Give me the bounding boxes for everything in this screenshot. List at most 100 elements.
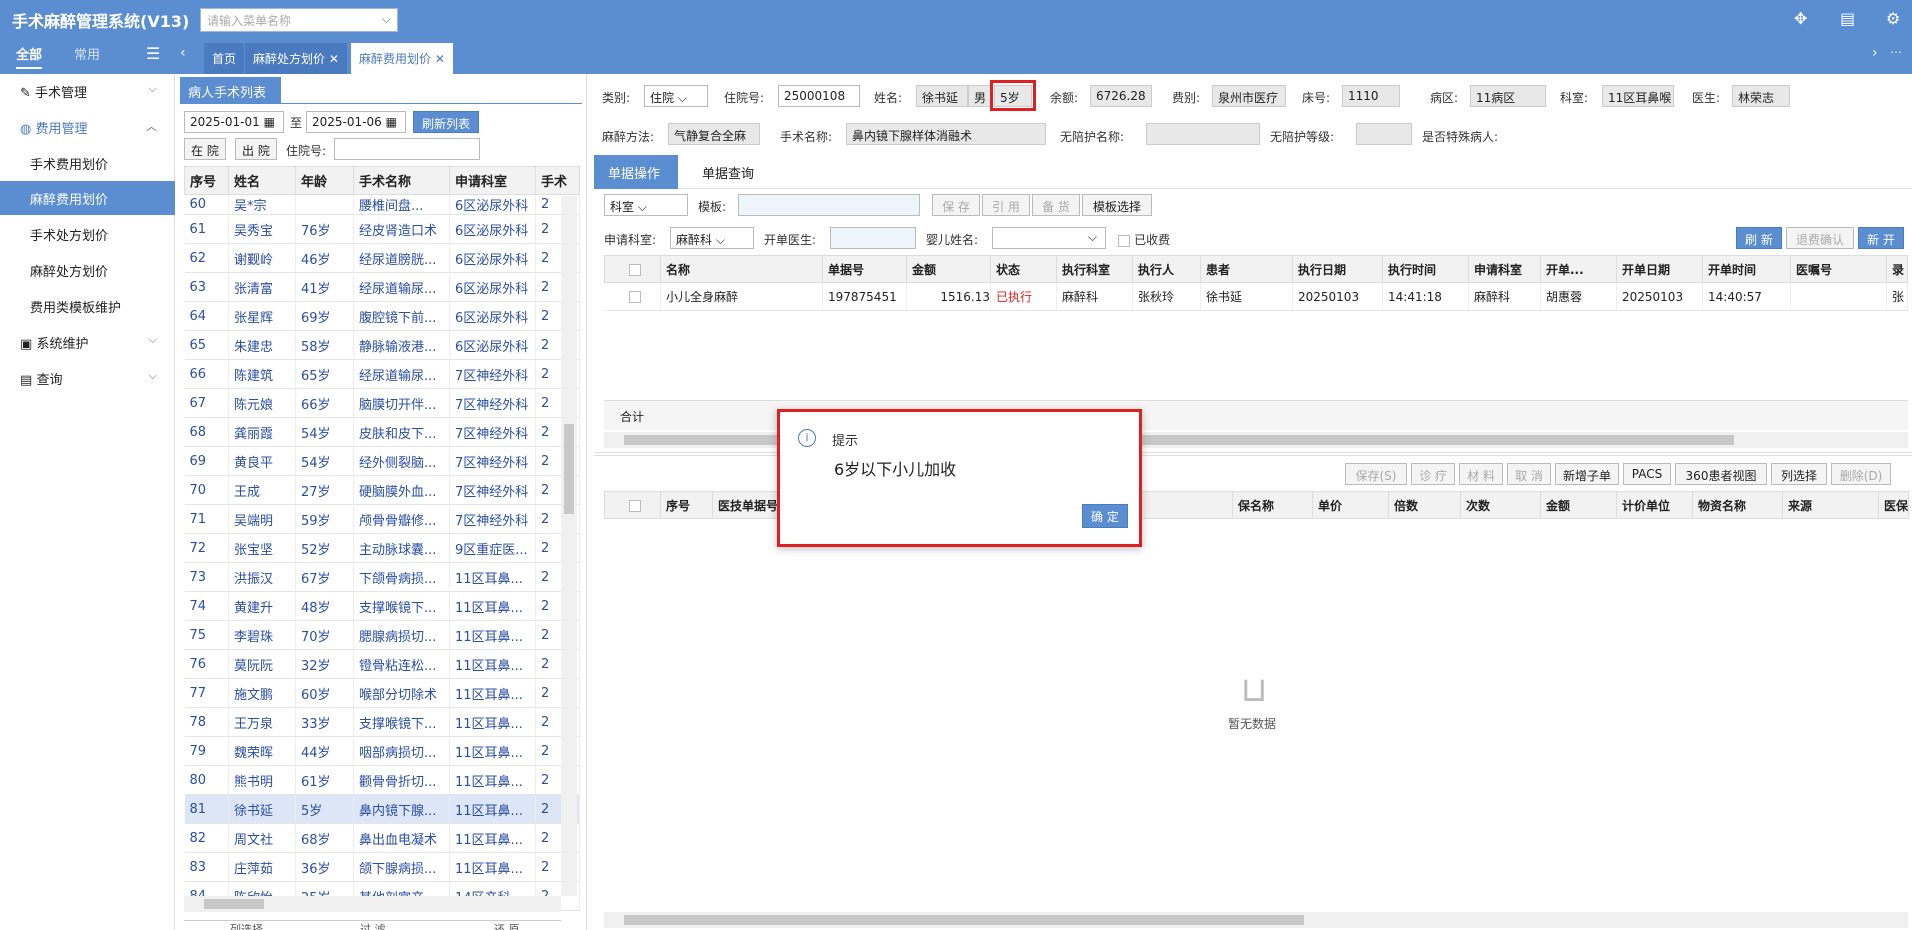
table-row[interactable]: 65 朱建忠 58岁 静脉输液港... 6区泌尿外科 2 [184,330,580,360]
pacs-button[interactable]: PACS [1623,463,1671,485]
table-row[interactable]: 62 谢觐岭 46岁 经尿道膀胱... 6区泌尿外科 2 [184,243,580,273]
bill-col-header[interactable]: 医嘱号 [1790,255,1887,283]
detail-col-header[interactable]: 来源 [1782,491,1879,519]
sidebar-item-surgery-fee[interactable]: 手术费用划价 [0,146,175,180]
detail-col-header[interactable]: 倍数 [1388,491,1461,519]
charged-checkbox[interactable]: 已收费 [1118,231,1170,248]
splitter[interactable] [586,74,587,930]
table-row[interactable]: 66 陈建筑 65岁 经尿道输尿... 7区神经外科 2 [184,359,580,389]
menu-toggle-icon[interactable]: ☰ [146,44,160,63]
diagnosis-button[interactable]: 诊 疗 [1411,463,1455,485]
apply-dept-select[interactable]: 麻醉科 ⌵ [670,227,754,249]
table-row[interactable]: 小儿全身麻醉 197875451 1516.13 已执行 麻醉科 张秋玲 徐书延 202501… [604,282,1908,311]
bill-col-header[interactable]: 执行人 [1132,255,1201,283]
sidebar-item-fee-management[interactable]: ◍ 费用管理 ︿ [0,110,175,144]
backup-button[interactable]: 备 货 [1032,194,1080,216]
new-sub-bill-button[interactable]: 新增子单 [1555,463,1619,485]
more-icon[interactable]: ⋯ [1890,45,1902,59]
category-select[interactable]: 住院 ⌵ [644,85,708,107]
patient-col-header[interactable]: 申请科室 [449,166,536,195]
patient-360-button[interactable]: 360患者视图 [1675,463,1767,485]
save-button[interactable]: 保 存 [932,194,980,216]
detail-col-header[interactable]: 序号 [660,491,713,519]
detail-col-header[interactable]: 医保类别 [1878,491,1909,519]
doctor-input[interactable] [830,227,916,249]
table-row[interactable]: 70 王成 27岁 硬脑膜外血... 7区神经外科 2 [184,475,580,505]
out-hospital-button[interactable]: 出 院 [235,138,277,160]
bill-col-header[interactable]: 申请科室 [1468,255,1541,283]
tab-bill-query[interactable]: 单据查询 [702,163,754,182]
table-row[interactable]: 79 魏荣晖 44岁 咽部病损切... 11区耳鼻... 2 [184,736,580,766]
table-row[interactable]: 82 周文社 68岁 鼻出血电凝术 11区耳鼻... 2 [184,823,580,853]
tab-home[interactable]: 首页 [204,43,245,74]
table-row[interactable]: 71 吴端明 59岁 颅骨骨瓣修... 7区神经外科 2 [184,504,580,534]
date-from-input[interactable]: 2025-01-01 ▦ [184,111,284,133]
bill-col-header[interactable]: 执行时间 [1382,255,1469,283]
bill-col-header[interactable]: 名称 [660,255,823,283]
table-row[interactable]: 63 张清富 41岁 经尿道输尿... 6区泌尿外科 2 [184,272,580,302]
table-row[interactable]: 61 吴秀宝 76岁 经皮肾造口术 6区泌尿外科 2 [184,214,580,244]
table-row[interactable]: 74 黄建升 48岁 支撑喉镜下... 11区耳鼻... 2 [184,591,580,621]
settings-icon[interactable]: ⚙ [1886,9,1900,28]
detail-col-header[interactable]: 次数 [1460,491,1541,519]
menu-search-input[interactable]: 请输入菜单名称 ⌵ [200,8,398,32]
table-row[interactable]: 83 庄萍茹 36岁 颌下腺病损... 11区耳鼻... 2 [184,852,580,882]
tab-anesthesia-fee[interactable]: 麻醉费用划价 ✕ [351,43,453,74]
row-checkbox[interactable] [604,282,661,311]
bill-col-header[interactable]: 执行科室 [1056,255,1133,283]
template-select-button[interactable]: 模板选择 [1082,194,1152,216]
patient-col-header[interactable]: 年龄 [295,166,354,195]
bill-col-header[interactable]: 金额 [906,255,991,283]
table-row[interactable]: 68 龚丽霞 54岁 皮肤和皮下... 7区神经外科 2 [184,417,580,447]
table-row[interactable]: 64 张星辉 69岁 腹腔镜下前... 6区泌尿外科 2 [184,301,580,331]
detail-col-header[interactable]: 保名称 [1232,491,1313,519]
footer-reset[interactable]: 还 原 [494,921,520,930]
detail-col-header[interactable]: 金额 [1540,491,1617,519]
baby-name-select[interactable]: ⌵ [992,227,1106,249]
close-icon[interactable]: ✕ [329,52,339,66]
detail-col-header[interactable]: 单价 [1312,491,1389,519]
bill-col-header[interactable]: 开单... [1540,255,1617,283]
table-row[interactable]: 81 徐书延 5岁 鼻内镜下腺... 11区耳鼻... 2 [184,794,580,824]
table-row[interactable]: 77 施文鹏 60岁 喉部分切除术 11区耳鼻... 2 [184,678,580,708]
sidebar-tab-all[interactable]: 全部 [16,44,43,69]
sidebar-item-surgery-management[interactable]: ✎ 手术管理 ⌵ [0,74,175,108]
sidebar-item-fee-template[interactable]: 费用类模板维护 [0,289,175,323]
sidebar-item-query[interactable]: ▤ 查询 ⌵ [0,361,175,395]
sidebar-item-surgery-prescription[interactable]: 手术处方划价 [0,217,175,251]
template-input[interactable] [738,194,920,216]
save-s-button[interactable]: 保存(S) [1345,463,1407,485]
bill-col-header[interactable]: 开单日期 [1616,255,1703,283]
inpatient-no-field[interactable]: 25000108 [778,85,860,107]
patient-table-hscroll[interactable] [184,896,561,912]
in-hospital-button[interactable]: 在 院 [184,138,226,160]
table-row[interactable]: 76 莫阮阮 32岁 镫骨粘连松... 11区耳鼻... 2 [184,649,580,679]
tab-prev-icon[interactable]: ‹ [180,45,186,61]
table-row[interactable]: 73 洪振汉 67岁 下颌骨病损... 11区耳鼻... 2 [184,562,580,592]
tools-icon[interactable]: ✥ [1794,9,1807,28]
bill-col-header[interactable]: 录 [1886,255,1908,283]
patient-col-header[interactable]: 姓名 [228,166,296,195]
sidebar-item-anesthesia-fee[interactable]: 麻醉费用划价 [0,181,175,215]
patient-col-header[interactable]: 手术名称 [353,166,450,195]
tab-next-icon[interactable]: › [1872,45,1878,61]
detail-select-all-checkbox[interactable] [604,491,661,519]
inpatient-no-input[interactable] [334,138,480,160]
table-row[interactable]: 67 陈元娘 66岁 脑膜切开伴... 7区神经外科 2 [184,388,580,418]
sidebar-tab-common[interactable]: 常用 [74,44,100,63]
bill-col-header[interactable]: 执行日期 [1292,255,1383,283]
date-to-input[interactable]: 2025-01-06 ▦ [306,111,406,133]
footer-column-select[interactable]: 列选择 [230,921,263,930]
tab-bill-operation[interactable]: 单据操作 [594,155,678,189]
bill-col-header[interactable]: 单据号 [822,255,907,283]
delete-button[interactable]: 删除(D) [1831,463,1891,485]
table-row[interactable]: 72 张宝坚 52岁 主动脉球囊... 9区重症医... 2 [184,533,580,563]
cancel-button[interactable]: 取 消 [1507,463,1551,485]
close-icon[interactable]: ✕ [435,52,445,66]
bill-col-header[interactable]: 状态 [990,255,1057,283]
tab-anesthesia-prescription[interactable]: 麻醉处方划价 ✕ [245,43,347,74]
ok-button[interactable]: 确 定 [1082,504,1128,528]
table-row[interactable]: 78 王万泉 33岁 支撑喉镜下... 11区耳鼻... 2 [184,707,580,737]
refund-confirm-button[interactable]: 退费确认 [1786,227,1854,249]
refresh-list-button[interactable]: 刷新列表 [413,111,480,133]
